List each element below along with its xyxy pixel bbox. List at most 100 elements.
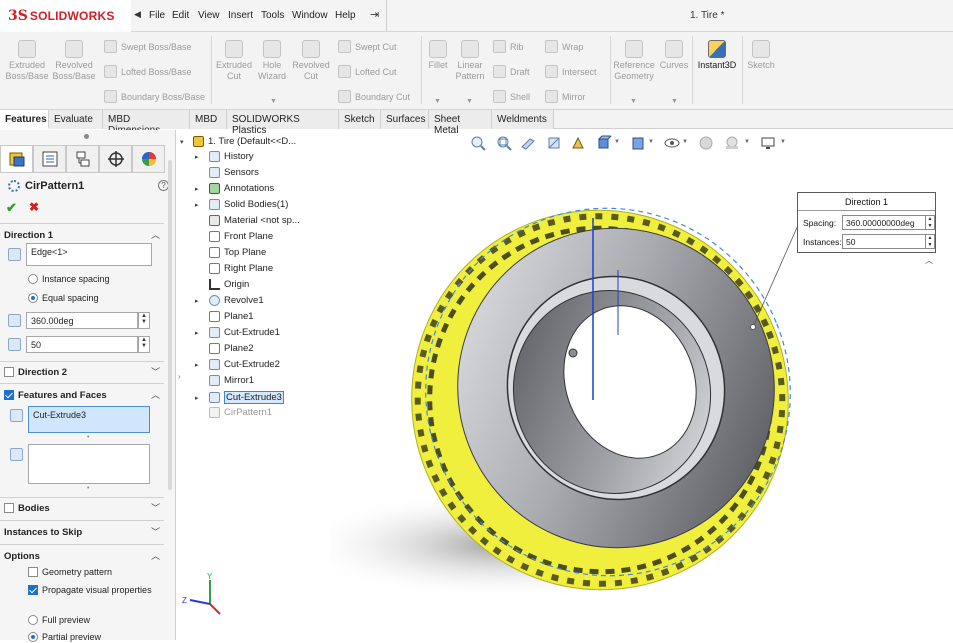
tab-surfaces[interactable]: Surfaces bbox=[381, 110, 429, 129]
callout-instances-spinner[interactable]: ▲ ▼ bbox=[926, 234, 935, 249]
faces-to-pattern-list[interactable] bbox=[28, 444, 150, 484]
menu-tools[interactable]: Tools bbox=[261, 10, 284, 21]
instances-to-skip-group-header[interactable]: Instances to Skip ﹀ bbox=[4, 524, 164, 540]
tab-features[interactable]: Features bbox=[0, 110, 49, 129]
hole-wizard-button[interactable]: Hole Wizard bbox=[254, 40, 290, 82]
curves-dropdown-icon[interactable]: ▼ bbox=[671, 98, 678, 105]
expand-arrow-icon[interactable]: ▾ bbox=[180, 138, 184, 146]
collapse-up-icon[interactable]: ︿ bbox=[151, 388, 160, 401]
wrap-button[interactable]: Wrap bbox=[545, 40, 583, 53]
callout-collapse-icon[interactable]: ︿ bbox=[925, 255, 933, 266]
boundary-boss-button[interactable]: Boundary Boss/Base bbox=[104, 90, 205, 103]
tree-item-cirpattern1[interactable]: CirPattern1 bbox=[209, 407, 272, 418]
expand-arrow-icon[interactable]: ▸ bbox=[195, 361, 199, 369]
mirror-button[interactable]: Mirror bbox=[545, 90, 586, 103]
expand-down-icon[interactable]: ﹀ bbox=[151, 365, 160, 378]
direction2-group-header[interactable]: Direction 2 ﹀ bbox=[4, 364, 164, 380]
tree-item-origin[interactable]: Origin bbox=[209, 279, 249, 290]
tree-item-front-plane[interactable]: Front Plane bbox=[209, 231, 273, 242]
full-preview-radio[interactable]: Full preview bbox=[28, 615, 90, 625]
tree-item-cut-extrude1[interactable]: ▸ Cut-Extrude1 bbox=[195, 327, 280, 338]
menu-window[interactable]: Window bbox=[292, 10, 328, 21]
shell-button[interactable]: Shell bbox=[493, 90, 530, 103]
direction2-checkbox[interactable] bbox=[4, 367, 14, 377]
tree-item-plane1[interactable]: Plane1 bbox=[209, 311, 254, 322]
linear-pattern-button[interactable]: Linear Pattern bbox=[453, 40, 487, 82]
draft-button[interactable]: Draft bbox=[493, 65, 530, 78]
pattern-axis-field[interactable]: Edge<1> bbox=[26, 243, 152, 266]
equal-spacing-radio[interactable]: Equal spacing bbox=[28, 293, 99, 303]
swept-boss-button[interactable]: Swept Boss/Base bbox=[104, 40, 192, 53]
expand-arrow-icon[interactable]: ▸ bbox=[195, 329, 199, 337]
lofted-cut-button[interactable]: Lofted Cut bbox=[338, 65, 397, 78]
tab-mbd-dimensions[interactable]: MBD Dimensions bbox=[103, 110, 190, 136]
collapse-panel-arrow-icon[interactable]: › bbox=[178, 372, 181, 381]
reverse-direction-icon[interactable] bbox=[8, 248, 21, 261]
curves-button[interactable]: Curves bbox=[658, 40, 690, 71]
extruded-cut-button[interactable]: Extruded Cut bbox=[214, 40, 254, 82]
extruded-boss-button[interactable]: Extruded Boss/Base bbox=[4, 40, 50, 82]
list-resize-handle[interactable]: • bbox=[87, 485, 89, 492]
direction1-group-header[interactable]: Direction 1 ︿ bbox=[4, 227, 164, 243]
tree-item-history[interactable]: ▸ History bbox=[195, 151, 254, 162]
expand-arrow-icon[interactable]: ▸ bbox=[195, 394, 199, 402]
instant3d-button[interactable]: Instant3D bbox=[694, 40, 740, 71]
panel-scrollbar[interactable] bbox=[168, 160, 172, 490]
fillet-dropdown-icon[interactable]: ▼ bbox=[434, 98, 441, 105]
tree-root-part[interactable]: ▾ 1. Tire (Default<<D... bbox=[180, 136, 296, 147]
boundary-cut-button[interactable]: Boundary Cut bbox=[338, 90, 410, 103]
callout-spacing-spinner[interactable]: ▲ ▼ bbox=[926, 215, 935, 230]
tree-item-sensors[interactable]: Sensors bbox=[209, 167, 259, 178]
tab-sketch[interactable]: Sketch bbox=[339, 110, 381, 129]
expand-down-icon[interactable]: ﹀ bbox=[151, 501, 160, 514]
tree-item-annotations[interactable]: ▸ Annotations bbox=[195, 183, 274, 194]
tree-item-material[interactable]: Material <not sp... bbox=[209, 215, 300, 226]
list-resize-handle[interactable]: • bbox=[87, 434, 89, 441]
tree-item-cut-extrude2[interactable]: ▸ Cut-Extrude2 bbox=[195, 359, 280, 370]
tab-solidworks-plastics[interactable]: SOLIDWORKS Plastics bbox=[227, 110, 339, 136]
features-faces-group-header[interactable]: Features and Faces ︿ bbox=[4, 387, 164, 403]
menu-view[interactable]: View bbox=[198, 10, 220, 21]
revolved-boss-button[interactable]: Revolved Boss/Base bbox=[52, 40, 96, 82]
tree-item-cut-extrude3[interactable]: ▸ Cut-Extrude3 bbox=[195, 391, 284, 404]
features-to-pattern-list[interactable]: Cut-Extrude3 bbox=[28, 406, 150, 433]
callout-spacing-field[interactable]: 360.00000000deg bbox=[842, 215, 926, 230]
instance-spacing-radio[interactable]: Instance spacing bbox=[28, 274, 110, 284]
revolved-cut-button[interactable]: Revolved Cut bbox=[290, 40, 332, 82]
menu-expand-arrow-icon[interactable]: ◀ bbox=[134, 9, 141, 20]
hole-wizard-dropdown-icon[interactable]: ▼ bbox=[270, 98, 277, 105]
features-faces-checkbox[interactable] bbox=[4, 390, 14, 400]
geometry-pattern-checkbox[interactable]: Geometry pattern bbox=[28, 567, 112, 577]
pin-icon[interactable]: ⇥ bbox=[370, 8, 379, 21]
tab-weldments[interactable]: Weldments bbox=[492, 110, 554, 129]
angle-field[interactable]: 360.00deg bbox=[26, 312, 138, 329]
property-manager-tab[interactable] bbox=[33, 145, 66, 173]
tree-item-mirror1[interactable]: Mirror1 bbox=[209, 375, 254, 386]
reference-geometry-button[interactable]: Reference Geometry bbox=[612, 40, 656, 82]
intersect-button[interactable]: Intersect bbox=[545, 65, 597, 78]
partial-preview-radio[interactable]: Partial preview bbox=[28, 632, 101, 642]
tree-item-solid-bodies[interactable]: ▸ Solid Bodies(1) bbox=[195, 199, 288, 210]
configuration-manager-tab[interactable] bbox=[66, 145, 99, 173]
menu-insert[interactable]: Insert bbox=[228, 10, 253, 21]
reference-geometry-dropdown-icon[interactable]: ▼ bbox=[630, 98, 637, 105]
tab-sheet-metal[interactable]: Sheet Metal bbox=[429, 110, 492, 136]
solidworks-logo[interactable]: 3S SOLIDWORKS bbox=[0, 0, 131, 32]
cancel-button[interactable]: ✖ bbox=[29, 200, 39, 214]
expand-arrow-icon[interactable]: ▸ bbox=[195, 201, 199, 209]
propagate-visual-checkbox[interactable]: Propagate visual properties bbox=[28, 585, 152, 595]
callout-instances-field[interactable]: 50 bbox=[842, 234, 926, 249]
expand-arrow-icon[interactable]: ▸ bbox=[195, 297, 199, 305]
tree-item-right-plane[interactable]: Right Plane bbox=[209, 263, 273, 274]
menu-edit[interactable]: Edit bbox=[172, 10, 189, 21]
tree-item-revolve1[interactable]: ▸ Revolve1 bbox=[195, 295, 264, 306]
lofted-boss-button[interactable]: Lofted Boss/Base bbox=[104, 65, 192, 78]
display-manager-tab[interactable] bbox=[132, 145, 165, 173]
menu-help[interactable]: Help bbox=[335, 10, 356, 21]
swept-cut-button[interactable]: Swept Cut bbox=[338, 40, 397, 53]
tab-mbd[interactable]: MBD bbox=[190, 110, 227, 129]
instances-spinner[interactable]: ▲ ▼ bbox=[138, 336, 150, 353]
collapse-up-icon[interactable]: ︿ bbox=[151, 228, 160, 241]
sketch-command-button[interactable]: Sketch bbox=[745, 40, 777, 71]
feature-manager-tab[interactable] bbox=[0, 145, 33, 173]
